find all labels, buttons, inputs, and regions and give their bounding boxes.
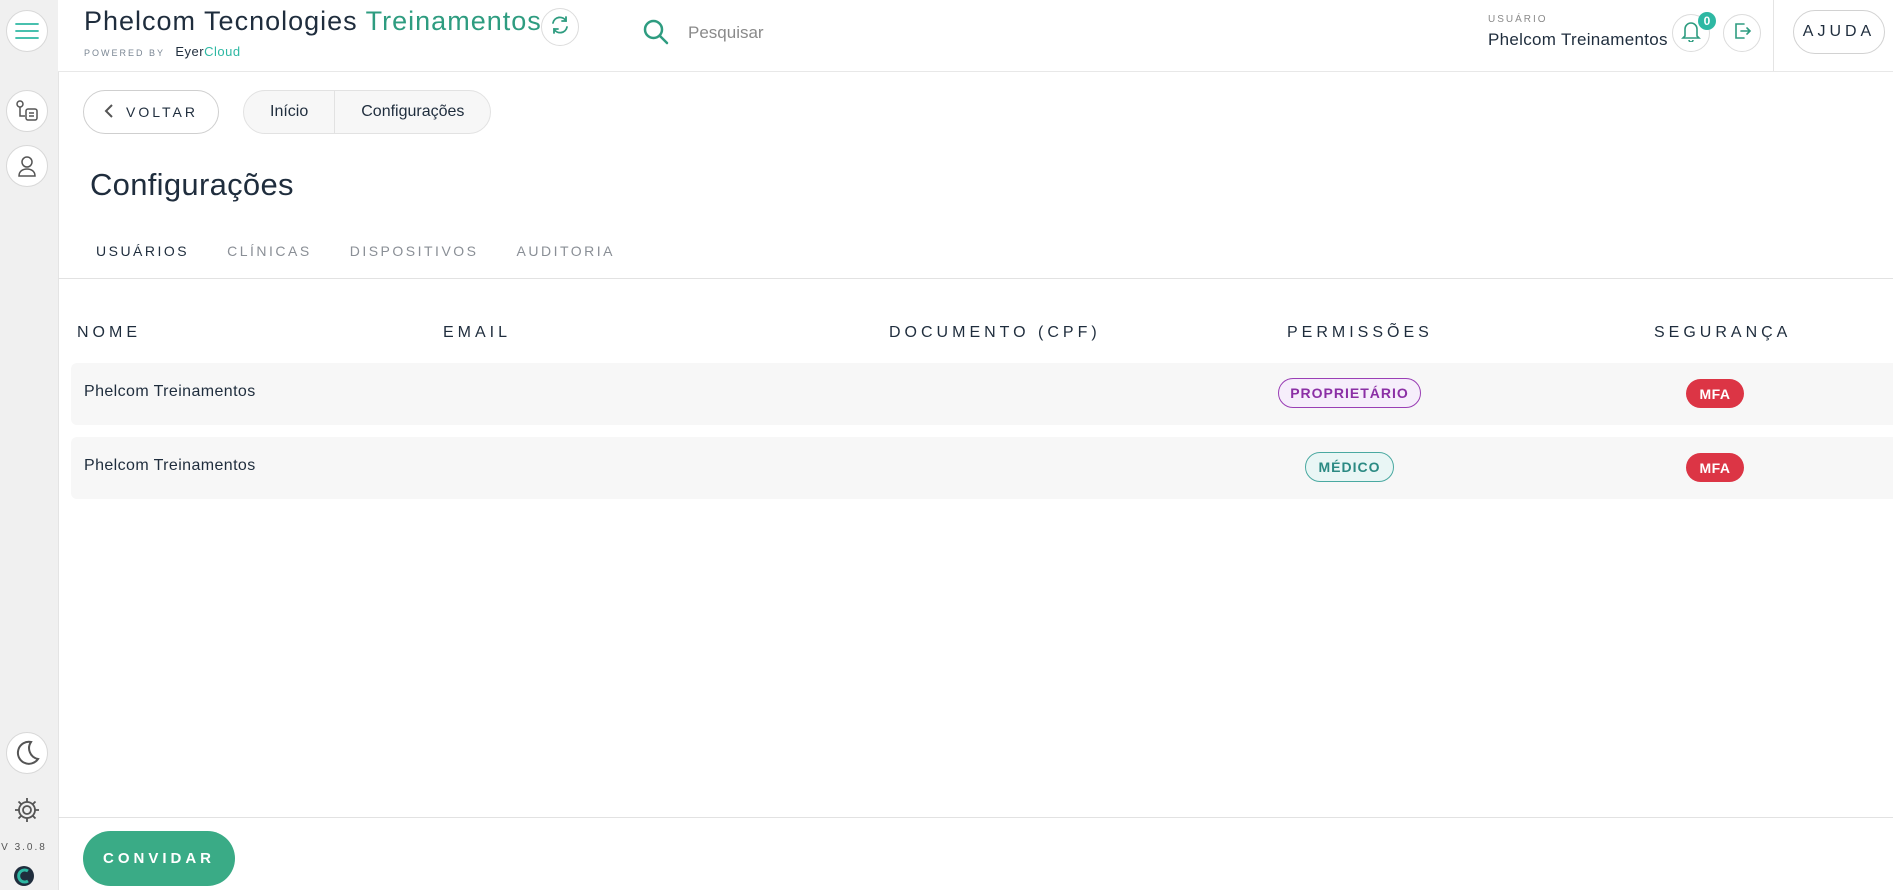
- tab-clinics[interactable]: CLÍNICAS: [227, 243, 312, 259]
- column-header-name: NOME: [77, 324, 141, 341]
- permission-badge: PROPRIETÁRIO: [1278, 378, 1421, 408]
- powered-brand-b: Cloud: [204, 44, 241, 59]
- column-header-document: DOCUMENTO (CPF): [889, 324, 1101, 341]
- powered-by: POWERED BY EyerCloud: [84, 44, 241, 59]
- app-title-accent: Treinamentos: [365, 6, 542, 36]
- user-name-cell: Phelcom Treinamentos: [84, 457, 256, 474]
- column-header-security: SEGURANÇA: [1654, 324, 1792, 341]
- settings-button[interactable]: [6, 789, 48, 831]
- powered-brand-a: Eyer: [175, 44, 205, 59]
- logout-button[interactable]: [1723, 14, 1761, 52]
- app-title-main: Phelcom Tecnologies: [84, 6, 358, 36]
- tabs-divider: [58, 278, 1893, 279]
- page-title: Configurações: [90, 167, 294, 202]
- hamburger-icon: [15, 22, 39, 40]
- security-badge: MFA: [1686, 453, 1744, 482]
- patients-nav-button[interactable]: [6, 145, 48, 187]
- user-name: Phelcom Treinamentos: [1488, 30, 1668, 49]
- column-header-email: EMAIL: [443, 324, 512, 341]
- notification-count-badge: 0: [1698, 12, 1716, 30]
- breadcrumb: Início Configurações: [243, 90, 492, 134]
- help-button[interactable]: AJUDA: [1793, 10, 1885, 54]
- search-input[interactable]: [686, 18, 1110, 48]
- top-header: Phelcom Tecnologies Treinamentos POWERED…: [58, 0, 1893, 72]
- gear-icon: [13, 796, 41, 824]
- left-sidebar: V 3.0.8: [0, 0, 59, 890]
- table-row[interactable]: Phelcom Treinamentos MÉDICO MFA: [71, 437, 1893, 499]
- chevron-left-icon: [104, 103, 114, 121]
- search-icon: [642, 18, 670, 51]
- moon-icon: [13, 739, 41, 767]
- app-version: V 3.0.8: [1, 842, 47, 853]
- phelcom-logo-icon: [13, 865, 35, 892]
- user-icon: [17, 155, 37, 177]
- app-title: Phelcom Tecnologies Treinamentos: [84, 6, 542, 37]
- list-tree-icon: [15, 100, 39, 122]
- exams-nav-button[interactable]: [6, 90, 48, 132]
- refresh-icon: [549, 14, 571, 41]
- tab-users[interactable]: USUÁRIOS: [96, 243, 189, 259]
- user-caption: USUÁRIO: [1488, 14, 1548, 25]
- user-name-cell: Phelcom Treinamentos: [84, 383, 256, 400]
- permission-badge: MÉDICO: [1305, 452, 1394, 482]
- refresh-button[interactable]: [541, 8, 579, 46]
- menu-button[interactable]: [6, 10, 48, 52]
- dark-mode-toggle[interactable]: [6, 732, 48, 774]
- settings-tabs: USUÁRIOS CLÍNICAS DISPOSITIVOS AUDITORIA: [96, 243, 653, 259]
- column-header-permissions: PERMISSÕES: [1287, 324, 1433, 341]
- breadcrumb-item-settings[interactable]: Configurações: [334, 91, 490, 133]
- header-divider: [1773, 0, 1774, 71]
- powered-by-label: POWERED BY: [84, 48, 165, 58]
- tab-devices[interactable]: DISPOSITIVOS: [350, 243, 479, 259]
- table-row[interactable]: Phelcom Treinamentos PROPRIETÁRIO MFA: [71, 363, 1893, 425]
- back-button[interactable]: VOLTAR: [83, 90, 219, 134]
- security-badge: MFA: [1686, 379, 1744, 408]
- tab-audit[interactable]: AUDITORIA: [517, 243, 615, 259]
- back-label: VOLTAR: [126, 104, 198, 120]
- invite-button[interactable]: CONVIDAR: [83, 831, 235, 886]
- logout-icon: [1732, 21, 1752, 46]
- breadcrumb-item-home[interactable]: Início: [244, 91, 334, 133]
- footer-divider: [58, 817, 1893, 818]
